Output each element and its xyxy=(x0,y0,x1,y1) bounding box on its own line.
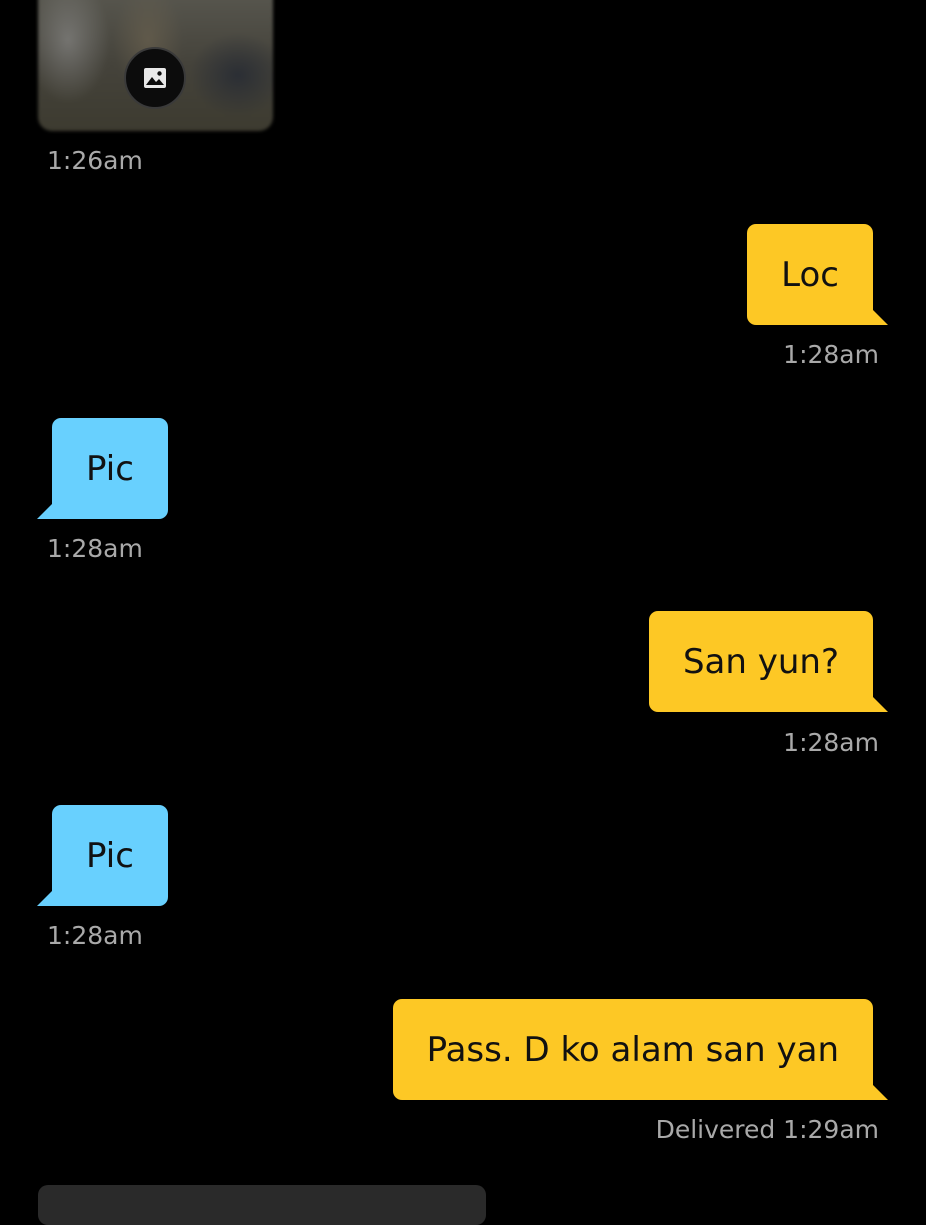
sent-message-bubble[interactable]: Loc xyxy=(747,224,888,325)
bubble-tail xyxy=(37,891,52,906)
received-message-bubble[interactable]: Pic xyxy=(37,805,168,906)
bubble-tail xyxy=(873,310,888,325)
message-timestamp: 1:28am xyxy=(783,340,879,369)
chat-thread: 1:26am Loc 1:28am Pic 1:28am San yun? 1:… xyxy=(0,0,926,1225)
message-timestamp: 1:28am xyxy=(47,921,143,950)
message-text: Pic xyxy=(86,448,134,489)
message-timestamp: 1:28am xyxy=(783,728,879,757)
bubble-tail xyxy=(873,1085,888,1100)
sent-message-bubble[interactable]: Pass. D ko alam san yan xyxy=(392,999,888,1100)
message-text: Pass. D ko alam san yan xyxy=(426,1029,839,1070)
image-icon[interactable] xyxy=(124,47,186,109)
message-text: Loc xyxy=(781,254,839,295)
delivery-status: Delivered 1:29am xyxy=(655,1115,879,1144)
message-text: San yun? xyxy=(682,641,839,682)
message-timestamp: 1:26am xyxy=(47,146,143,175)
message-text: Pic xyxy=(86,835,134,876)
next-message-bubble[interactable] xyxy=(38,1185,486,1225)
sent-message-bubble[interactable]: San yun? xyxy=(648,611,888,712)
bubble-tail xyxy=(37,504,52,519)
received-message-bubble[interactable]: Pic xyxy=(37,418,168,519)
bubble-tail xyxy=(873,697,888,712)
message-timestamp: 1:28am xyxy=(47,534,143,563)
